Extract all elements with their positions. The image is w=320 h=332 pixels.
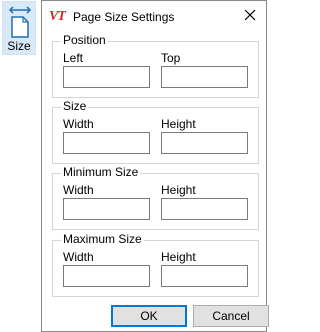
minimum-size-group: Minimum Size Width Height	[52, 165, 259, 230]
height-input[interactable]	[161, 132, 248, 154]
close-icon	[244, 9, 256, 24]
width-label: Width	[63, 117, 94, 131]
ok-button[interactable]: OK	[111, 305, 187, 327]
size-ribbon-label: Size	[7, 39, 31, 53]
top-input[interactable]	[161, 66, 248, 88]
max-width-label: Width	[63, 250, 94, 264]
left-label: Left	[63, 51, 84, 65]
size-group: Size Width Height	[52, 99, 259, 164]
max-height-label: Height	[161, 250, 196, 264]
max-height-input[interactable]	[161, 265, 248, 287]
left-input[interactable]	[63, 66, 150, 88]
maximum-size-group: Maximum Size Width Height	[52, 232, 259, 297]
group-title-size: Size	[61, 99, 89, 113]
max-width-input[interactable]	[63, 265, 150, 287]
app-logo-icon: VT	[49, 9, 66, 24]
top-label: Top	[161, 51, 181, 65]
page-size-icon	[7, 6, 33, 38]
group-title-position: Position	[61, 33, 108, 47]
width-input[interactable]	[63, 132, 150, 154]
dialog-titlebar: VT Page Size Settings	[42, 1, 266, 33]
group-title-maximum-size: Maximum Size	[61, 232, 144, 246]
page-size-dialog: VT Page Size Settings Position Left Top …	[41, 0, 269, 332]
min-width-label: Width	[63, 183, 94, 197]
position-group: Position Left Top	[52, 33, 259, 98]
min-height-input[interactable]	[161, 198, 248, 220]
group-title-minimum-size: Minimum Size	[61, 165, 141, 179]
close-button[interactable]	[238, 5, 262, 27]
size-ribbon-button[interactable]: Size	[2, 1, 36, 55]
dialog-title: Page Size Settings	[73, 10, 175, 24]
cancel-button[interactable]: Cancel	[193, 305, 269, 327]
min-height-label: Height	[161, 183, 196, 197]
height-label: Height	[161, 117, 196, 131]
min-width-input[interactable]	[63, 198, 150, 220]
